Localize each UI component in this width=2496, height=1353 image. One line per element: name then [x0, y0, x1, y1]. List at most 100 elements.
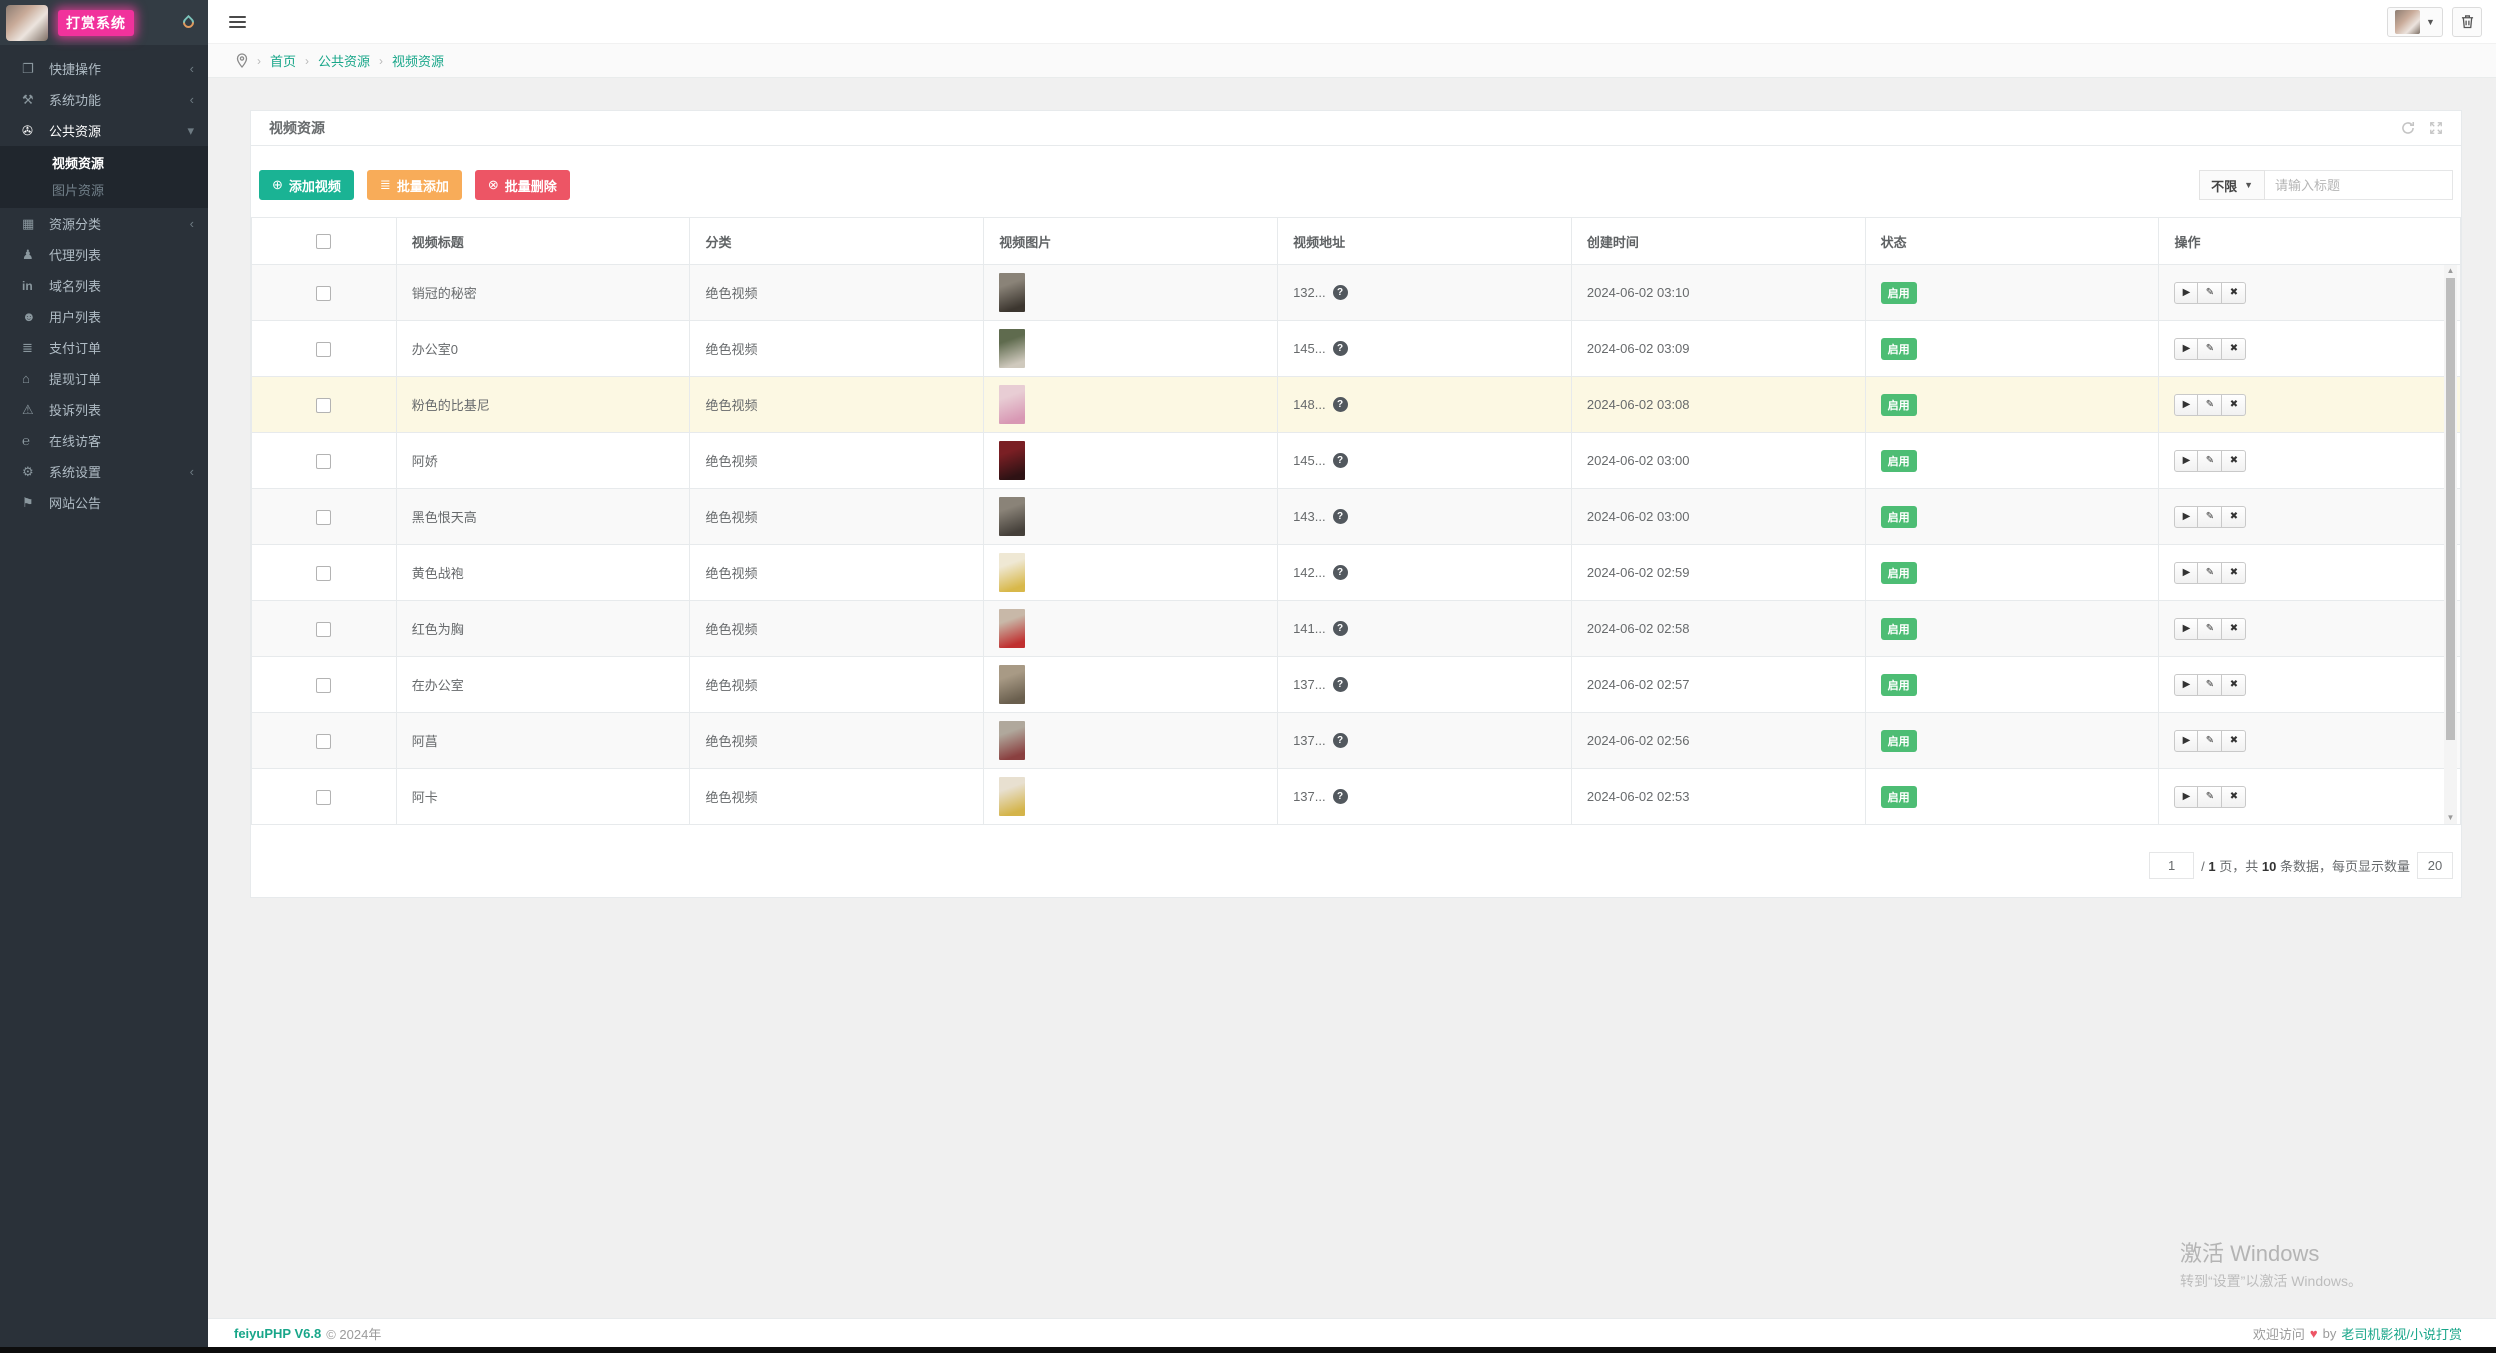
sidebar-subitem-0[interactable]: 视频资源	[0, 150, 208, 177]
question-circle-icon[interactable]: ?	[1332, 565, 1348, 580]
category-cell: 绝色视频	[689, 432, 985, 489]
breadcrumb-video-resources[interactable]: 视频资源	[392, 51, 444, 70]
bank-icon: ⌂	[22, 371, 30, 386]
question-circle-icon[interactable]: ?	[1332, 509, 1348, 524]
sidebar-item-resource-categories[interactable]: ▦ 资源分类 ‹	[0, 208, 208, 239]
question-circle-icon[interactable]: ?	[1332, 341, 1348, 356]
sidebar-item-agent-list[interactable]: ♟ 代理列表	[0, 239, 208, 270]
col-video-image: 视频图片	[983, 217, 1279, 265]
sidebar-item-system-settings[interactable]: ⚙ 系统设置 ‹	[0, 456, 208, 487]
question-circle-icon[interactable]: ?	[1332, 733, 1348, 748]
select-all-checkbox[interactable]	[316, 234, 332, 250]
edit-button[interactable]: ✎	[2198, 281, 2223, 304]
edit-button[interactable]: ✎	[2198, 617, 2223, 640]
scroll-up-button[interactable]: ▲	[2444, 265, 2457, 277]
delete-button[interactable]: ✖	[2222, 673, 2247, 696]
delete-button[interactable]: ✖	[2222, 449, 2247, 472]
delete-button[interactable]: ✖	[2222, 337, 2247, 360]
sidebar-item-system-functions[interactable]: ⚒ 系统功能 ‹	[0, 84, 208, 115]
edit-button[interactable]: ✎	[2198, 393, 2223, 416]
filter-dropdown[interactable]: 不限 ▼	[2199, 170, 2265, 200]
sidebar-item-online-visitors[interactable]: ℮ 在线访客	[0, 425, 208, 456]
add-video-button[interactable]: ⊕ 添加视频	[259, 170, 354, 200]
col-video-title: 视频标题	[395, 217, 691, 265]
question-circle-icon[interactable]: ?	[1332, 677, 1348, 692]
row-checkbox[interactable]	[316, 341, 332, 357]
row-checkbox[interactable]	[316, 453, 332, 469]
batch-delete-button[interactable]: ⊗ 批量删除	[474, 170, 570, 200]
search-input[interactable]	[2265, 170, 2453, 200]
delete-button[interactable]: ✖	[2222, 505, 2247, 528]
edit-button[interactable]: ✎	[2198, 449, 2223, 472]
per-page-input[interactable]	[2417, 852, 2453, 879]
row-checkbox[interactable]	[316, 621, 332, 637]
video-title-cell: 在办公室	[395, 656, 691, 713]
sidebar-item-withdrawal-orders[interactable]: ⌂ 提现订单	[0, 363, 208, 394]
play-button[interactable]: ▶	[2174, 505, 2199, 528]
play-button[interactable]: ▶	[2174, 449, 2199, 472]
edit-button[interactable]: ✎	[2198, 337, 2223, 360]
row-checkbox[interactable]	[316, 397, 332, 413]
question-circle-icon[interactable]: ?	[1332, 453, 1348, 468]
row-checkbox[interactable]	[316, 677, 332, 693]
play-button[interactable]: ▶	[2174, 281, 2199, 304]
video-address: 143...	[1293, 509, 1326, 524]
play-button[interactable]: ▶	[2174, 673, 2199, 696]
sidebar-item-public-resources[interactable]: ✇ 公共资源 ▾	[0, 115, 208, 146]
question-circle-icon[interactable]: ?	[1332, 285, 1348, 300]
chevron-left-icon: ‹	[189, 61, 194, 76]
sidebar-item-quick-actions[interactable]: ❐ 快捷操作 ‹	[0, 53, 208, 84]
delete-button[interactable]: ✖	[2222, 281, 2247, 304]
sidebar-toggle-icon[interactable]	[229, 15, 246, 28]
edit-button[interactable]: ✎	[2198, 673, 2223, 696]
play-button[interactable]: ▶	[2174, 561, 2199, 584]
play-icon: ▶	[2182, 623, 2191, 634]
main-content: 视频资源 ⊕ 添加视频 ≣ 批量添加 ⊗ 批量删除 不限 ▼ 请输入标题 视频标…	[208, 78, 2496, 1318]
delete-button[interactable]: ✖	[2222, 393, 2247, 416]
delete-button[interactable]: ✖	[2222, 617, 2247, 640]
play-button[interactable]: ▶	[2174, 785, 2199, 808]
question-circle-icon[interactable]: ?	[1332, 789, 1348, 804]
breadcrumb-home[interactable]: 首页	[270, 51, 296, 70]
col-actions: 操作	[2158, 217, 2461, 265]
page-input[interactable]	[2149, 852, 2195, 879]
play-button[interactable]: ▶	[2174, 729, 2199, 752]
row-checkbox[interactable]	[316, 733, 332, 749]
scroll-down-button[interactable]: ▼	[2444, 812, 2457, 824]
expand-icon[interactable]	[2429, 121, 2443, 135]
pencil-icon: ✎	[2205, 455, 2215, 466]
row-checkbox[interactable]	[316, 565, 332, 581]
trash-button[interactable]	[2452, 6, 2482, 37]
vertical-scrollbar[interactable]: ▲ ▼	[2444, 265, 2457, 824]
sidebar-item-domain-list[interactable]: in 域名列表	[0, 270, 208, 301]
delete-button[interactable]: ✖	[2222, 729, 2247, 752]
row-checkbox[interactable]	[316, 509, 332, 525]
sidebar-item-user-list[interactable]: ☻ 用户列表	[0, 301, 208, 332]
play-button[interactable]: ▶	[2174, 393, 2199, 416]
delete-button[interactable]: ✖	[2222, 561, 2247, 584]
play-button[interactable]: ▶	[2174, 617, 2199, 640]
question-circle-icon[interactable]: ?	[1332, 397, 1348, 412]
delete-button[interactable]: ✖	[2222, 785, 2247, 808]
edit-button[interactable]: ✎	[2198, 785, 2223, 808]
sidebar-item-site-announcements[interactable]: ⚑ 网站公告	[0, 487, 208, 518]
sidebar-item-complaint-list[interactable]: ⚠ 投诉列表	[0, 394, 208, 425]
scrollbar-thumb[interactable]	[2446, 278, 2455, 740]
folder-icon: ❐	[22, 60, 34, 76]
batch-add-button[interactable]: ≣ 批量添加	[366, 170, 462, 200]
question-circle-icon[interactable]: ?	[1332, 621, 1348, 636]
play-button[interactable]: ▶	[2174, 337, 2199, 360]
user-menu-button[interactable]: ▼	[2387, 6, 2443, 37]
row-checkbox[interactable]	[316, 285, 332, 301]
row-checkbox[interactable]	[316, 789, 332, 805]
edit-button[interactable]: ✎	[2198, 561, 2223, 584]
edit-button[interactable]: ✎	[2198, 729, 2223, 752]
sidebar-subitem-1[interactable]: 图片资源	[0, 177, 208, 204]
footer-link[interactable]: 老司机影视/小说打赏	[2341, 1324, 2462, 1343]
video-thumbnail	[999, 553, 1026, 592]
sidebar-item-payment-orders[interactable]: ≣ 支付订单	[0, 332, 208, 363]
edit-button[interactable]: ✎	[2198, 505, 2223, 528]
breadcrumb-public-resources[interactable]: 公共资源	[318, 51, 370, 70]
refresh-icon[interactable]	[2401, 121, 2415, 135]
video-title-cell: 阿娇	[395, 432, 691, 489]
